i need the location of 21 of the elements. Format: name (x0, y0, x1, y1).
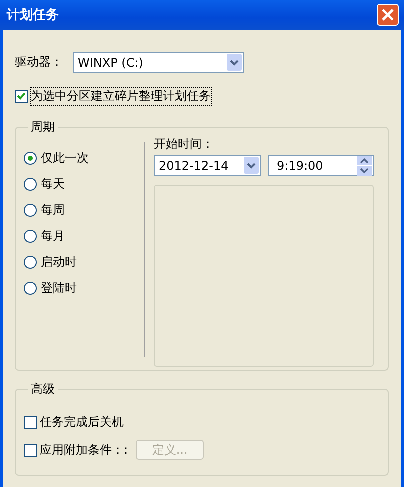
close-button[interactable] (377, 4, 399, 26)
date-picker[interactable]: 2012-12-14 (154, 155, 261, 176)
close-icon[interactable] (381, 8, 395, 22)
radio-option[interactable]: 每周 (24, 202, 144, 219)
radio-option[interactable]: 登陆时 (24, 280, 144, 297)
radio-option[interactable]: 每月 (24, 228, 144, 245)
start-time-label: 开始时间： (154, 136, 215, 153)
window-title: 计划任务 (7, 7, 59, 24)
schedule-checkbox[interactable]: 为选中分区建立碎片整理计划任务 (15, 88, 389, 105)
time-field[interactable]: 9:19:00 (268, 155, 374, 176)
checkmark-icon (17, 92, 26, 101)
drive-label: 驱动器： (15, 54, 64, 71)
group-title: 高级 (30, 381, 56, 398)
option-checkbox[interactable]: 任务完成后关机 (24, 414, 124, 430)
drive-dropdown[interactable]: WINXP (C:) (73, 52, 244, 73)
spin-buttons-icon[interactable] (357, 156, 372, 176)
option-checkbox[interactable]: 应用附加条件：: (24, 442, 128, 458)
radio-option[interactable]: 每天 (24, 176, 144, 193)
group-title: 周期 (30, 119, 56, 136)
radio-option[interactable]: 启动时 (24, 254, 144, 271)
radio-option[interactable]: 仅此一次 (24, 150, 144, 167)
